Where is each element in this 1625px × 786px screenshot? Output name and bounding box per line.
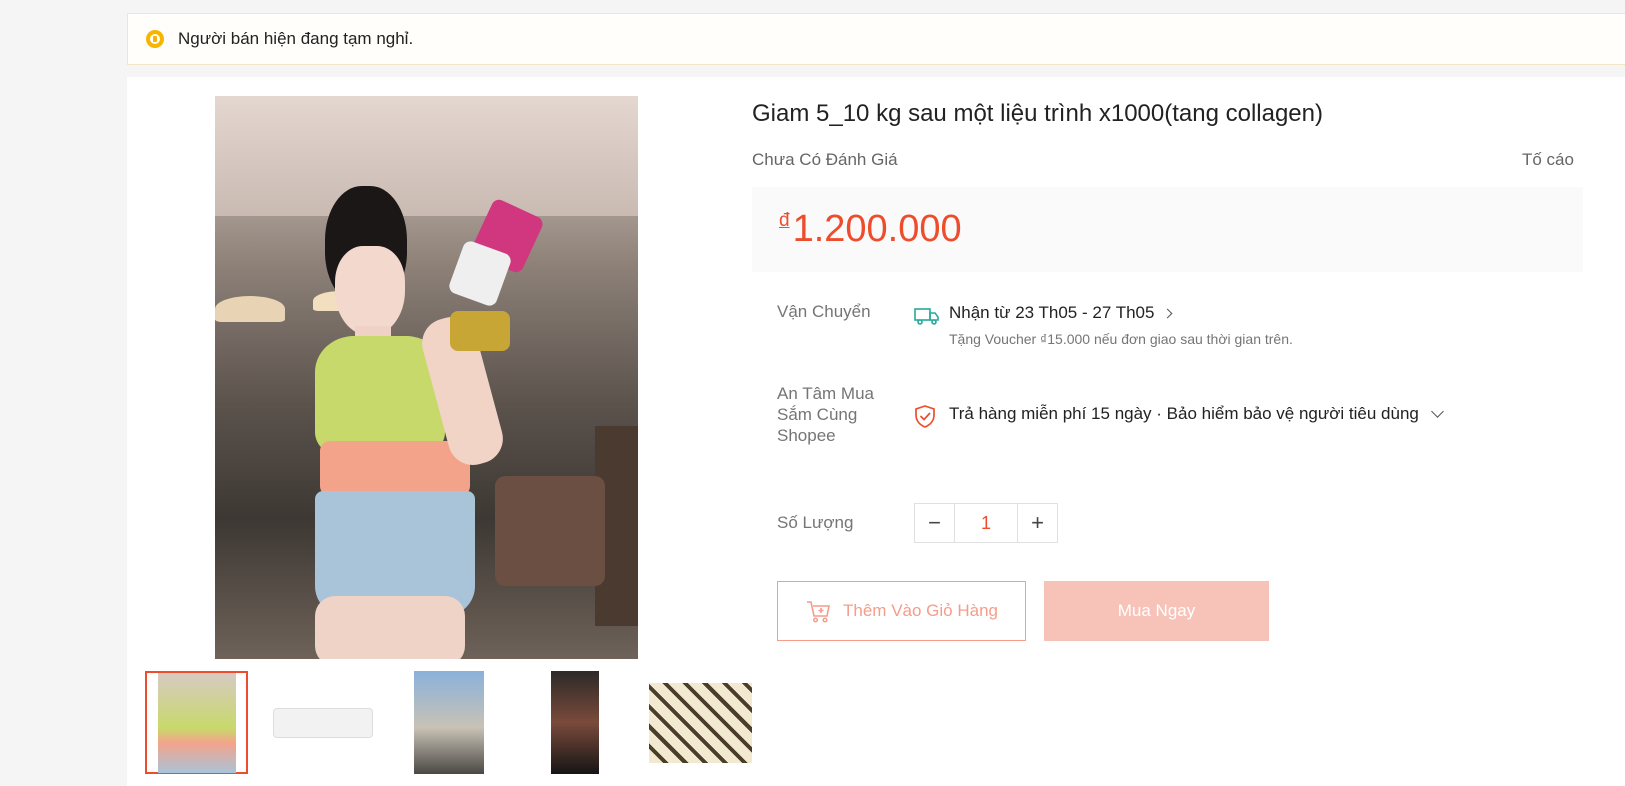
truck-icon [914,308,939,325]
add-to-cart-icon [807,601,830,623]
thumbnail-strip [145,671,775,774]
product-title: Giam 5_10 kg sau một liệu trình x1000(ta… [752,100,1323,127]
add-to-cart-button[interactable]: Thêm Vào Giỏ Hàng [777,581,1026,641]
thumbnail-4[interactable] [523,671,626,774]
guarantee-text: Trả hàng miễn phí 15 ngày · Bảo hiểm bảo… [949,404,1419,423]
product-main-image[interactable] [215,96,638,659]
quantity-increase-button[interactable]: + [1018,504,1057,542]
shield-icon [915,405,935,428]
rating-status: Chưa Có Đánh Giá [752,150,898,169]
currency-symbol: đ [779,210,790,231]
notice-text: Người bán hiện đang tạm nghỉ. [178,29,414,48]
shipping-estimate-text: Nhận từ 23 Th05 - 27 Th05 [949,303,1155,322]
guarantee-label-line-1: An Tâm Mua [777,384,875,403]
thumbnail-1[interactable] [145,671,248,774]
thumbnail-3[interactable] [397,671,500,774]
guarantee-label-line-3: Shopee [777,426,836,445]
chevron-down-icon [1430,405,1444,418]
chevron-right-icon [1163,308,1173,318]
quantity-label: Số Lượng [777,513,854,532]
info-icon [146,30,164,48]
thumbnail-2[interactable] [271,671,374,774]
thumbnail-5[interactable] [649,671,752,774]
shipping-voucher-note: Tặng Voucher ₫15.000 nếu đơn giao sau th… [949,331,1293,347]
quantity-input[interactable]: 1 [954,504,1018,542]
guarantee-label-line-2: Sắm Cùng [777,405,858,424]
seller-away-notice: Người bán hiện đang tạm nghỉ. [127,13,1625,65]
price-box: đ 1.200.000 [752,187,1583,272]
add-to-cart-label: Thêm Vào Giỏ Hàng [843,601,998,620]
guarantee-label: An Tâm Mua Sắm Cùng Shopee [777,383,874,446]
report-link[interactable]: Tố cáo [1522,150,1574,170]
shipping-label: Vận Chuyển [777,302,871,321]
guarantee-dropdown[interactable]: Trả hàng miễn phí 15 ngày · Bảo hiểm bảo… [949,404,1444,424]
quantity-decrease-button[interactable]: − [915,504,954,542]
buy-now-button[interactable]: Mua Ngay [1044,581,1269,641]
shipping-estimate[interactable]: Nhận từ 23 Th05 - 27 Th05 [949,303,1173,323]
product-price: 1.200.000 [792,208,962,250]
quantity-stepper: − 1 + [914,503,1058,543]
